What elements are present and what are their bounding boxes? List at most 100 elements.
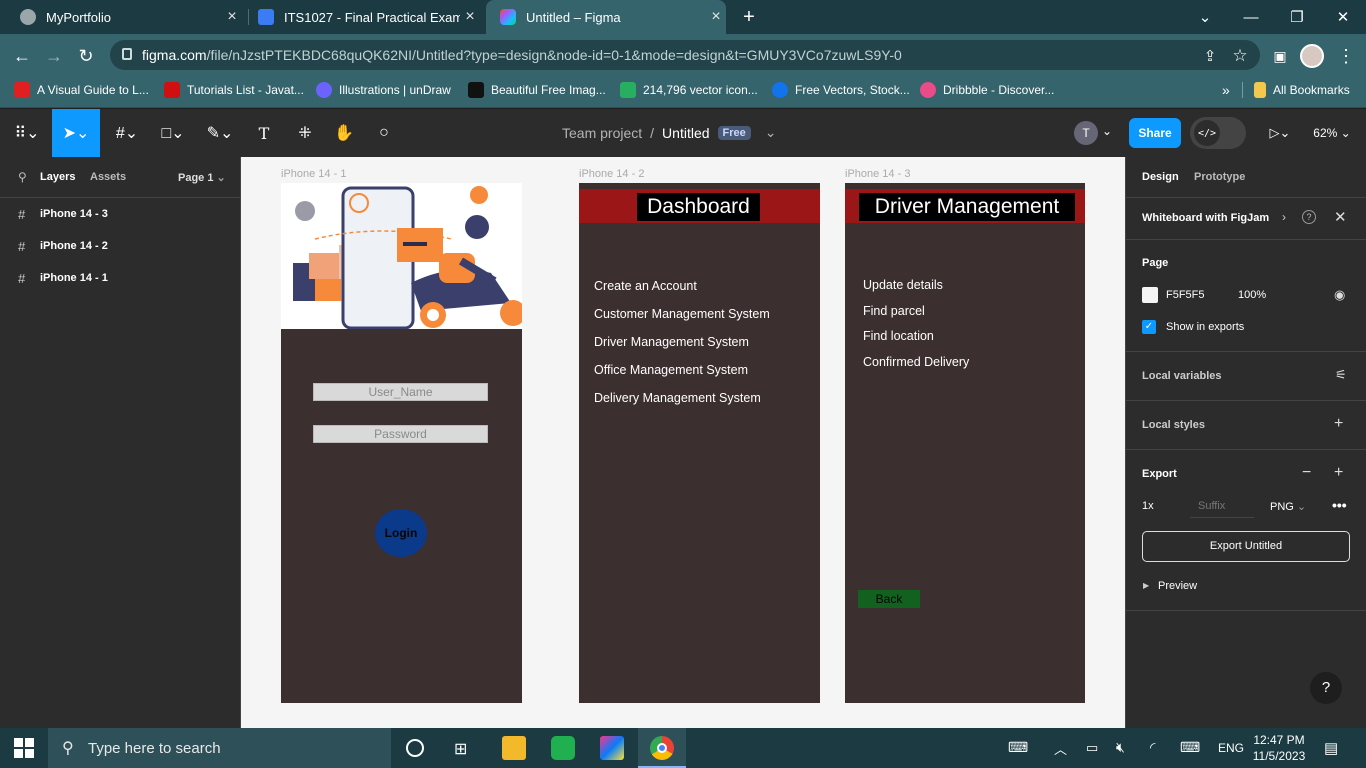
breadcrumb-team[interactable]: Team project — [562, 125, 642, 141]
wifi-icon[interactable]: ◜ — [1150, 739, 1155, 756]
frame-login[interactable]: User_Name Password Login — [281, 183, 522, 703]
back-button[interactable]: Back — [858, 590, 920, 608]
battery-icon[interactable]: ▭ — [1086, 740, 1098, 756]
plus-icon[interactable]: + — [1334, 464, 1343, 482]
comment-tool-icon[interactable]: ○ — [368, 109, 400, 157]
hand-tool-icon[interactable]: ✋ — [328, 109, 360, 157]
menu-item[interactable]: Create an Account — [594, 272, 770, 300]
touch-keyboard-icon[interactable]: ⌨ — [1008, 739, 1028, 756]
avatar[interactable]: T — [1072, 121, 1100, 145]
login-button[interactable]: Login — [375, 509, 427, 557]
show-exports-checkbox[interactable]: ✓ — [1142, 320, 1156, 334]
minimize-icon[interactable]: — — [1228, 0, 1274, 34]
zoom-menu[interactable]: 62% ⌄ — [1306, 109, 1358, 157]
tab-search-icon[interactable]: ⌄ — [1182, 0, 1228, 34]
frame-label[interactable]: iPhone 14 - 2 — [579, 168, 644, 180]
frame-dashboard[interactable]: Dashboard Create an Account Customer Man… — [579, 183, 820, 703]
export-format-select[interactable]: PNG ⌄ — [1270, 500, 1306, 513]
layer-row[interactable]: # iPhone 14 - 3 — [0, 198, 240, 230]
menu-item[interactable]: Delivery Management System — [594, 384, 770, 412]
windows-start-icon[interactable] — [14, 738, 34, 758]
volume-muted-icon[interactable]: 🔇︎ — [1116, 739, 1125, 756]
tab-design[interactable]: Design — [1142, 171, 1179, 183]
notification-icon[interactable]: ▤ — [1324, 739, 1338, 757]
bookmark-item[interactable]: Tutorials List - Javat... — [164, 76, 304, 104]
variables-settings-icon[interactable]: ⚟ — [1335, 367, 1347, 383]
keyboard-icon[interactable]: ⌨ — [1180, 739, 1200, 756]
figma-main-menu-icon[interactable]: ⠿⌄ — [8, 109, 46, 157]
page-color-value[interactable]: F5F5F5 — [1166, 289, 1205, 301]
task-view-icon[interactable]: ⊞ — [454, 739, 467, 759]
resources-icon[interactable]: ⁜ — [288, 109, 322, 157]
bookmark-item[interactable]: A Visual Guide to L... — [14, 76, 149, 104]
close-icon[interactable]: ✕ — [1334, 208, 1347, 226]
bookmark-star-icon[interactable]: ☆ — [1228, 44, 1252, 68]
username-field[interactable]: User_Name — [313, 383, 488, 401]
forward-arrow-icon[interactable]: → — [42, 44, 66, 68]
chevron-down-icon[interactable]: ⌄ — [1102, 124, 1112, 138]
export-scale[interactable]: 1x — [1142, 500, 1154, 512]
password-field[interactable]: Password — [313, 425, 488, 443]
dev-mode-toggle[interactable]: </> — [1190, 117, 1246, 149]
export-suffix-input[interactable]: Suffix — [1190, 494, 1254, 518]
plus-icon[interactable]: + — [1334, 415, 1343, 433]
design-canvas[interactable]: iPhone 14 - 1 User_Name Password Login i… — [241, 157, 1125, 728]
chrome-menu-icon[interactable]: ⋮ — [1334, 44, 1358, 68]
menu-item[interactable]: Find location — [863, 324, 969, 350]
move-tool-icon[interactable]: ➤⌄ — [52, 109, 100, 157]
help-button[interactable]: ? — [1310, 672, 1342, 704]
close-icon[interactable]: × — [460, 8, 480, 26]
present-icon[interactable]: ▷⌄ — [1262, 109, 1298, 157]
share-page-icon[interactable]: ⇪ — [1198, 44, 1222, 68]
clock[interactable]: 12:47 PM 11/5/2023 — [1252, 732, 1306, 764]
bookmark-item[interactable]: Dribbble - Discover... — [920, 76, 1054, 104]
menu-item[interactable]: Update details — [863, 273, 969, 299]
tab-prototype[interactable]: Prototype — [1194, 171, 1245, 183]
file-name[interactable]: Untitled — [662, 125, 709, 141]
bookmark-item[interactable]: Beautiful Free Imag... — [468, 76, 606, 104]
plan-badge[interactable]: Free — [717, 125, 751, 140]
page-selector[interactable]: Page 1 ⌄ — [178, 171, 226, 184]
page-color-swatch[interactable] — [1142, 287, 1158, 303]
chevron-right-icon[interactable]: › — [1282, 210, 1286, 224]
eye-icon[interactable]: ◉ — [1334, 287, 1345, 303]
layer-row[interactable]: # iPhone 14 - 2 — [0, 230, 240, 262]
all-bookmarks-button[interactable]: All Bookmarks — [1254, 76, 1350, 104]
browser-tab-active[interactable]: Untitled – Figma × — [486, 0, 726, 34]
rectangle-tool-icon[interactable]: □⌄ — [154, 109, 192, 157]
restore-icon[interactable]: ❐ — [1274, 0, 1320, 34]
text-tool-icon[interactable]: T — [248, 109, 280, 157]
reload-icon[interactable]: ↻ — [74, 44, 98, 68]
more-options-icon[interactable]: ••• — [1332, 497, 1347, 513]
menu-item[interactable]: Find parcel — [863, 299, 969, 325]
minus-icon[interactable]: − — [1302, 464, 1311, 482]
pen-tool-icon[interactable]: ✎⌄ — [200, 109, 240, 157]
search-icon[interactable]: ⚲ — [18, 170, 27, 184]
window-close-icon[interactable]: ✕ — [1320, 0, 1366, 34]
back-arrow-icon[interactable]: ← — [10, 44, 34, 68]
chevron-up-icon[interactable]: ︿ — [1054, 739, 1067, 758]
layer-row[interactable]: # iPhone 14 - 1 — [0, 262, 240, 294]
app-icon[interactable] — [551, 736, 575, 760]
profile-avatar[interactable] — [1300, 44, 1324, 68]
browser-tab[interactable]: MyPortfolio × — [20, 0, 242, 34]
address-bar[interactable]: figma.com/file/nJzstPTEKBDC68quQK62NI/Un… — [110, 40, 1260, 70]
close-icon[interactable]: × — [706, 8, 726, 26]
intellij-icon[interactable] — [600, 736, 624, 760]
tab-assets[interactable]: Assets — [90, 171, 126, 183]
frame-label[interactable]: iPhone 14 - 1 — [281, 168, 346, 180]
preview-toggle[interactable]: Preview — [1158, 580, 1197, 592]
file-explorer-icon[interactable] — [502, 736, 526, 760]
bookmark-item[interactable]: Free Vectors, Stock... — [772, 76, 910, 104]
bookmark-item[interactable]: 214,796 vector icon... — [620, 76, 758, 104]
frame-label[interactable]: iPhone 14 - 3 — [845, 168, 910, 180]
side-panel-icon[interactable]: ▣ — [1268, 44, 1292, 68]
new-tab-button[interactable]: + — [738, 6, 760, 28]
close-icon[interactable]: × — [222, 8, 242, 26]
menu-item[interactable]: Customer Management System — [594, 300, 770, 328]
chevron-down-icon[interactable]: ⌄ — [765, 124, 777, 141]
bookmark-item[interactable]: Illustrations | unDraw — [316, 76, 451, 104]
share-button[interactable]: Share — [1129, 118, 1181, 148]
bookmarks-overflow-button[interactable]: » — [1222, 76, 1230, 104]
cortana-icon[interactable] — [406, 739, 424, 757]
